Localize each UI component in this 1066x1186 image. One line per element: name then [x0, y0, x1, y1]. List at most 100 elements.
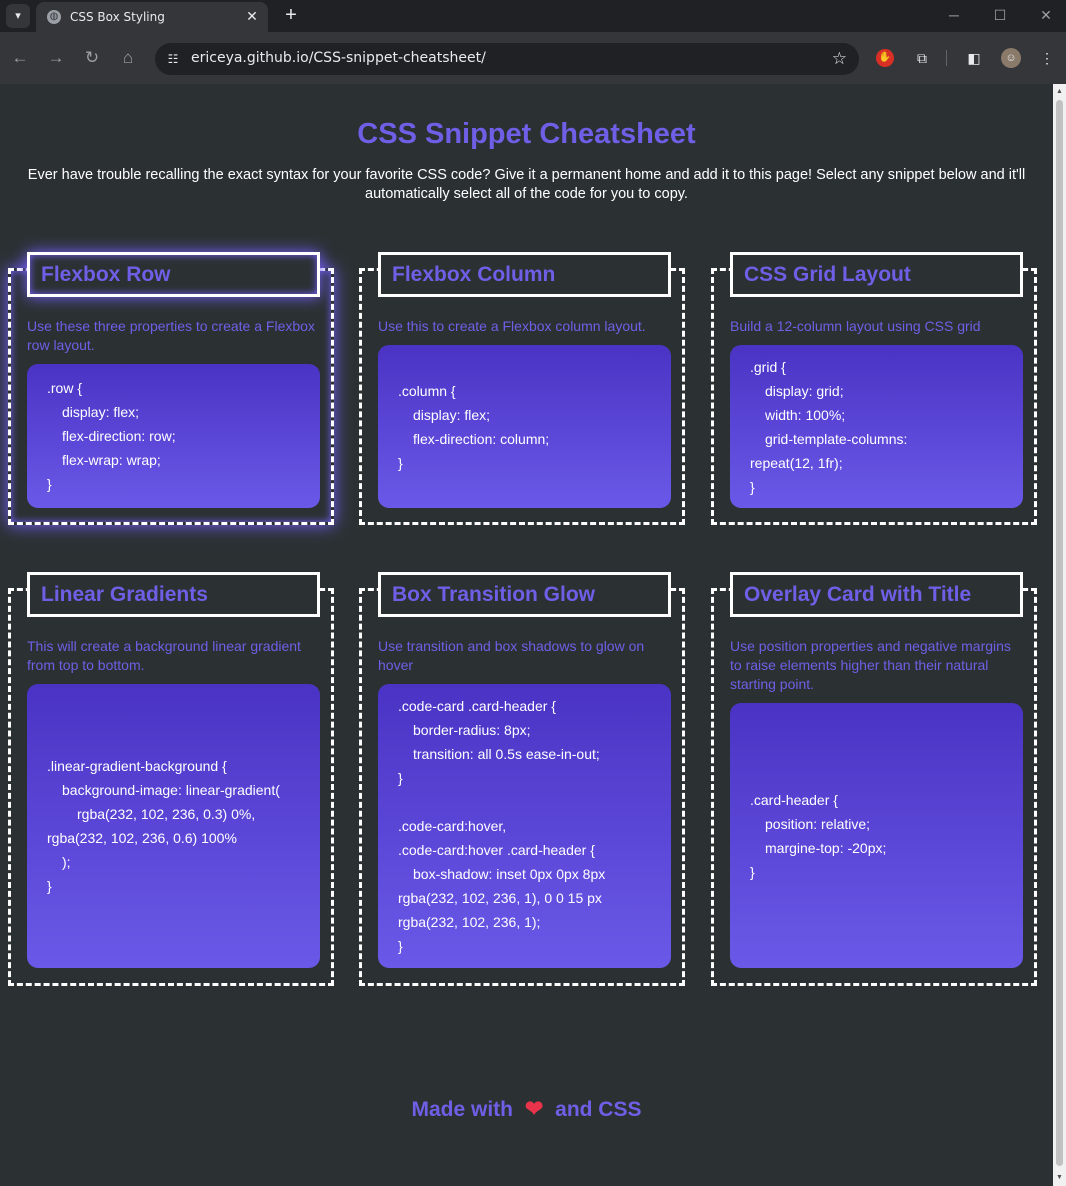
card-title: Flexbox Row — [41, 263, 171, 286]
close-tab-icon[interactable]: ✕ — [244, 8, 260, 24]
card-header: CSS Grid Layout — [730, 252, 1023, 297]
code-line: .grid { — [750, 358, 786, 375]
card-title: Box Transition Glow — [392, 583, 596, 606]
code-line: } — [398, 770, 403, 786]
toolbar-divider — [946, 50, 947, 66]
scrollbar-thumb[interactable] — [1056, 100, 1063, 1166]
card-description: Build a 12-column layout using CSS grid — [730, 318, 981, 334]
code-line: width: 100%; — [765, 406, 846, 423]
code-line: } — [47, 476, 52, 492]
maximize-button[interactable]: ☐ — [986, 4, 1014, 26]
code-line: margine-top: -20px; — [765, 839, 887, 856]
code-snippet[interactable]: .row { display: flex; flex-direction: ro… — [27, 364, 320, 508]
code-line: } — [398, 938, 403, 954]
code-line: } — [47, 878, 52, 894]
menu-kebab-icon[interactable]: ⋮ — [1035, 46, 1059, 70]
card-title: Overlay Card with Title — [744, 583, 972, 606]
code-line: grid-template-columns: — [765, 430, 908, 447]
card-title: Flexbox Column — [392, 263, 556, 286]
code-line: } — [750, 478, 755, 495]
code-line: display: grid; — [765, 382, 844, 399]
code-card-css-grid-layout[interactable]: CSS Grid Layout Build a 12-column layout… — [711, 252, 1037, 525]
card-header: Overlay Card with Title — [730, 572, 1023, 617]
card-description: Use position properties and negative mar… — [730, 638, 1011, 692]
code-snippet[interactable]: .grid { display: grid; width: 100%; grid… — [730, 345, 1023, 508]
code-line: } — [398, 454, 403, 471]
code-line: flex-direction: column; — [413, 430, 550, 447]
scroll-down-arrow-icon[interactable]: ▼ — [1055, 1173, 1064, 1183]
card-header: Flexbox Column — [378, 252, 671, 297]
extension-block-icon[interactable]: ✋ — [876, 49, 894, 67]
card-title: Linear Gradients — [41, 583, 208, 606]
page-title: CSS Snippet Cheatsheet — [357, 118, 696, 150]
code-line: ); — [62, 854, 71, 870]
tab-title: CSS Box Styling — [70, 10, 165, 24]
scroll-up-arrow-icon[interactable]: ▲ — [1055, 87, 1064, 97]
code-card-overlay-card-with-title[interactable]: Overlay Card with Title Use position pro… — [711, 572, 1037, 986]
code-line: } — [750, 863, 755, 880]
minimize-button[interactable]: ─ — [940, 4, 968, 26]
home-icon[interactable]: ⌂ — [116, 46, 140, 70]
code-line: rgba(232, 102, 236, 0.6) 100% — [47, 830, 237, 846]
card-header: Linear Gradients — [27, 572, 320, 617]
page-footer: Made with ❤ and CSS — [0, 1096, 1053, 1122]
code-line: .column { — [398, 382, 456, 399]
back-icon[interactable]: ← — [8, 46, 32, 70]
close-window-button[interactable]: ✕ — [1032, 4, 1060, 26]
address-bar[interactable]: ☷ ericeya.github.io/CSS-snippet-cheatshe… — [155, 43, 859, 75]
code-line: flex-direction: row; — [62, 428, 176, 444]
side-panel-icon[interactable]: ◧ — [962, 46, 986, 70]
code-line: repeat(12, 1fr); — [750, 454, 843, 471]
code-card-flexbox-column[interactable]: Flexbox Column Use this to create a Flex… — [359, 252, 685, 525]
code-line: background-image: linear-gradient( — [62, 782, 280, 798]
forward-icon[interactable]: → — [44, 46, 68, 70]
card-description: Use these three properties to create a F… — [27, 318, 315, 353]
code-line: transition: all 0.5s ease-in-out; — [413, 746, 600, 762]
page-intro: Ever have trouble recalling the exact sy… — [27, 167, 1026, 202]
code-line: display: flex; — [62, 404, 140, 420]
browser-tab[interactable]: ◍ CSS Box Styling ✕ — [36, 2, 268, 32]
code-card-box-transition-glow[interactable]: Box Transition Glow Use transition and b… — [359, 572, 685, 986]
reload-icon[interactable]: ↻ — [80, 46, 104, 70]
code-card-flexbox-row[interactable]: Flexbox Row Use these three properties t… — [8, 252, 334, 525]
site-info-icon[interactable]: ☷ — [163, 49, 183, 69]
code-snippet[interactable]: .linear-gradient-background { background… — [27, 684, 320, 968]
code-line: .linear-gradient-background { — [47, 758, 227, 774]
new-tab-button[interactable]: + — [280, 4, 302, 26]
extensions-puzzle-icon[interactable]: ⧉ — [910, 46, 934, 70]
code-line: flex-wrap: wrap; — [62, 452, 161, 468]
card-header: Box Transition Glow — [378, 572, 671, 617]
code-line: .code-card:hover .card-header { — [398, 842, 595, 858]
code-line: rgba(232, 102, 236, 0.3) 0%, — [77, 806, 256, 822]
code-card-linear-gradients[interactable]: Linear Gradients This will create a back… — [8, 572, 334, 986]
url-text[interactable]: ericeya.github.io/CSS-snippet-cheatsheet… — [191, 50, 486, 66]
code-line: .card-header { — [750, 791, 838, 808]
tab-search-button[interactable]: ▾ — [6, 4, 30, 28]
code-snippet[interactable]: .code-card .card-header { border-radius:… — [378, 684, 671, 968]
card-title: CSS Grid Layout — [744, 263, 911, 286]
code-snippet[interactable]: .card-header { position: relative; margi… — [730, 703, 1023, 968]
code-line: .row { — [47, 380, 83, 396]
page-scrollbar[interactable]: ▲ ▼ — [1053, 84, 1066, 1186]
card-description: This will create a background linear gra… — [27, 638, 301, 673]
code-line: rgba(232, 102, 236, 1); — [398, 914, 541, 930]
globe-icon: ◍ — [47, 10, 61, 24]
code-line: .code-card .card-header { — [398, 698, 556, 714]
bookmark-star-icon[interactable]: ☆ — [832, 48, 847, 70]
profile-avatar[interactable]: ☺ — [1001, 48, 1021, 68]
code-line: display: flex; — [413, 406, 491, 423]
code-line: rgba(232, 102, 236, 1), 0 0 15 px — [398, 890, 602, 906]
code-line: .code-card:hover, — [398, 818, 507, 834]
code-snippet[interactable]: .column { display: flex; flex-direction:… — [378, 345, 671, 508]
footer-text-end: and CSS — [555, 1098, 642, 1121]
code-line: position: relative; — [765, 815, 871, 832]
card-description: Use this to create a Flexbox column layo… — [378, 318, 646, 334]
code-line: box-shadow: inset 0px 0px 8px — [413, 866, 606, 882]
card-description: Use transition and box shadows to glow o… — [378, 638, 645, 673]
code-line: border-radius: 8px; — [413, 722, 531, 738]
browser-toolbar: ← → ↻ ⌂ ☷ ericeya.github.io/CSS-snippet-… — [0, 32, 1066, 84]
card-header: Flexbox Row — [27, 252, 320, 297]
page-viewport: CSS Snippet Cheatsheet Ever have trouble… — [0, 84, 1053, 1186]
footer-text-start: Made with — [411, 1098, 514, 1121]
